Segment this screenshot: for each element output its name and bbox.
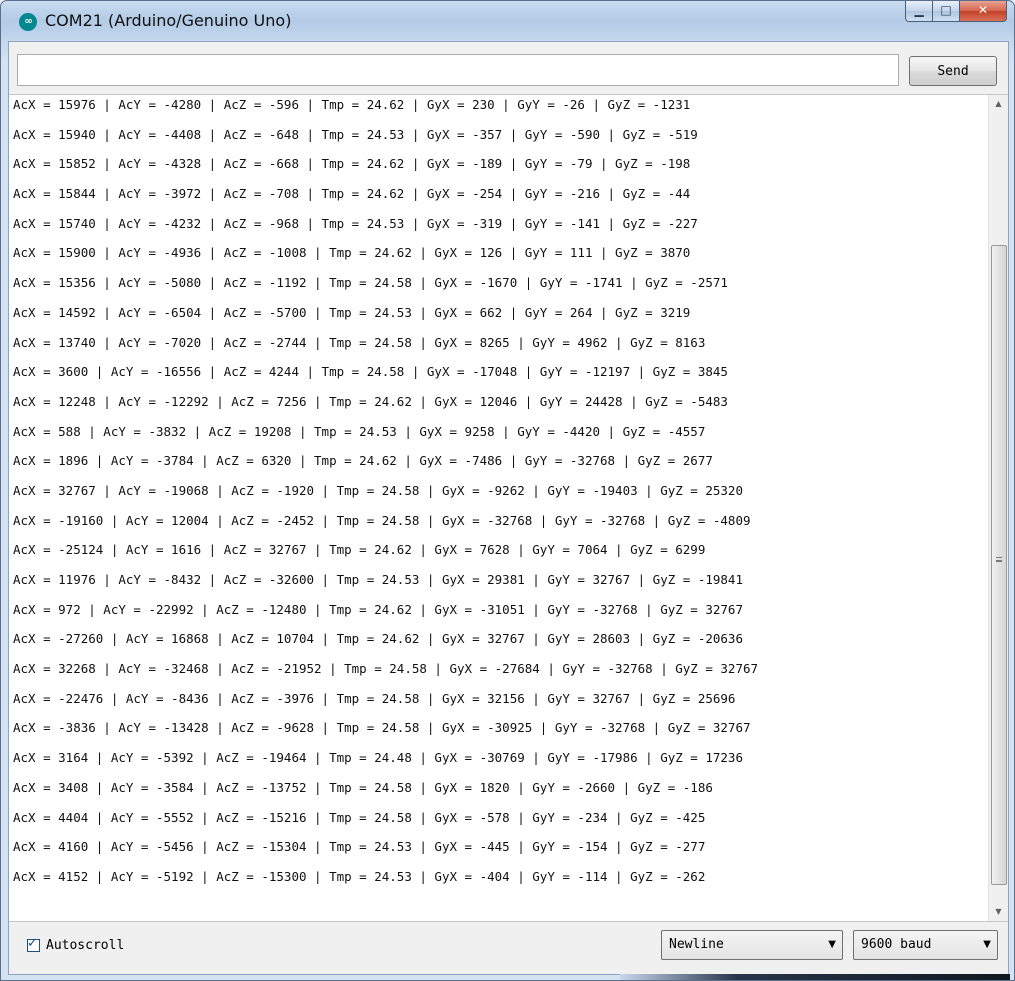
chevron-down-icon: ▼: [828, 939, 836, 950]
output-line: AcX = 588 | AcY = -3832 | AcZ = 19208 | …: [13, 423, 706, 439]
status-bar: ✓ Autoscroll Newline ▼ 9600 baud ▼: [9, 920, 1008, 974]
chevron-down-icon: ▼: [983, 939, 991, 950]
grip-icon: [996, 557, 1002, 562]
output-line: AcX = 1896 | AcY = -3784 | AcZ = 6320 | …: [13, 453, 713, 469]
output-line: AcX = 4160 | AcY = -5456 | AcZ = -15304 …: [13, 839, 706, 855]
serial-output-lines: AcX = 15976 | AcY = -4280 | AcZ = -596 |…: [9, 95, 987, 892]
output-line: AcX = 32767 | AcY = -19068 | AcZ = -1920…: [13, 482, 743, 498]
output-line: AcX = 15740 | AcY = -4232 | AcZ = -968 |…: [13, 215, 698, 231]
minimize-button[interactable]: ▁: [905, 1, 933, 22]
title-bar[interactable]: ∞ COM21 (Arduino/Genuino Uno) ▁ □ ✕: [1, 1, 1014, 41]
line-ending-select[interactable]: Newline ▼: [661, 930, 843, 960]
output-line: AcX = 15976 | AcY = -4280 | AcZ = -596 |…: [13, 97, 691, 112]
send-button[interactable]: Send: [909, 56, 997, 86]
baud-rate-value: 9600 baud: [861, 937, 932, 952]
scroll-up-button[interactable]: ▲: [989, 95, 1008, 113]
output-line: AcX = 4404 | AcY = -5552 | AcZ = -15216 …: [13, 809, 706, 825]
output-line: AcX = 15356 | AcY = -5080 | AcZ = -1192 …: [13, 275, 728, 291]
window-controls: ▁ □ ✕: [905, 1, 1007, 22]
output-line: AcX = -3836 | AcY = -13428 | AcZ = -9628…: [13, 720, 751, 736]
output-line: AcX = -25124 | AcY = 1616 | AcZ = 32767 …: [13, 542, 706, 558]
output-line: AcX = 972 | AcY = -22992 | AcZ = -12480 …: [13, 601, 743, 617]
output-line: AcX = 13740 | AcY = -7020 | AcZ = -2744 …: [13, 334, 706, 350]
autoscroll-checkbox[interactable]: ✓: [27, 935, 40, 952]
output-line: AcX = 11976 | AcY = -8432 | AcZ = -32600…: [13, 572, 743, 587]
serial-send-input[interactable]: [17, 54, 899, 86]
output-line: AcX = 4152 | AcY = -5192 | AcZ = -15300 …: [13, 868, 706, 884]
output-line: AcX = 3164 | AcY = -5392 | AcZ = -19464 …: [13, 750, 743, 766]
serial-output-panel[interactable]: AcX = 15976 | AcY = -4280 | AcZ = -596 |…: [9, 94, 1008, 922]
arrow-down-icon: ▼: [995, 907, 1002, 916]
output-line: AcX = 32268 | AcY = -32468 | AcZ = -2195…: [13, 661, 759, 677]
serial-monitor-window: ∞ COM21 (Arduino/Genuino Uno) ▁ □ ✕ Send…: [0, 0, 1015, 981]
autoscroll-label: Autoscroll: [46, 937, 125, 953]
output-line: AcX = 15844 | AcY = -3972 | AcZ = -708 |…: [13, 186, 691, 202]
output-line: AcX = -22476 | AcY = -8436 | AcZ = -3976…: [13, 690, 736, 706]
vertical-scrollbar[interactable]: ▲ ▼: [988, 95, 1008, 921]
output-line: AcX = 3600 | AcY = -16556 | AcZ = 4244 |…: [13, 364, 728, 380]
output-line: AcX = 15900 | AcY = -4936 | AcZ = -1008 …: [13, 245, 691, 261]
autoscroll-toggle[interactable]: ✓ Autoscroll: [27, 936, 124, 954]
scrollbar-thumb[interactable]: [991, 245, 1007, 885]
maximize-button[interactable]: □: [933, 1, 960, 22]
close-button[interactable]: ✕: [960, 1, 1007, 22]
client-area: Send AcX = 15976 | AcY = -4280 | AcZ = -…: [8, 41, 1009, 975]
output-line: AcX = 3408 | AcY = -3584 | AcZ = -13752 …: [13, 779, 713, 795]
send-toolbar: Send: [9, 42, 1008, 94]
output-line: AcX = -19160 | AcY = 12004 | AcZ = -2452…: [13, 512, 751, 528]
maximize-icon: □: [940, 3, 952, 17]
output-line: AcX = 14592 | AcY = -6504 | AcZ = -5700 …: [13, 304, 691, 320]
minimize-icon: ▁: [914, 3, 924, 17]
window-title: COM21 (Arduino/Genuino Uno): [45, 11, 292, 30]
output-line: AcX = 15940 | AcY = -4408 | AcZ = -648 |…: [13, 126, 698, 142]
arduino-logo-icon: ∞: [19, 13, 37, 31]
scroll-down-button[interactable]: ▼: [989, 903, 1008, 921]
output-line: AcX = 12248 | AcY = -12292 | AcZ = 7256 …: [13, 393, 728, 409]
checkmark-icon: ✓: [27, 935, 38, 951]
close-icon: ✕: [977, 3, 989, 17]
output-line: AcX = 15852 | AcY = -4328 | AcZ = -668 |…: [13, 156, 691, 172]
taskbar-strip: [620, 974, 1010, 980]
line-ending-value: Newline: [669, 937, 724, 952]
arrow-up-icon: ▲: [995, 99, 1002, 108]
output-line: AcX = -27260 | AcY = 16868 | AcZ = 10704…: [13, 631, 743, 647]
baud-rate-select[interactable]: 9600 baud ▼: [853, 930, 998, 960]
